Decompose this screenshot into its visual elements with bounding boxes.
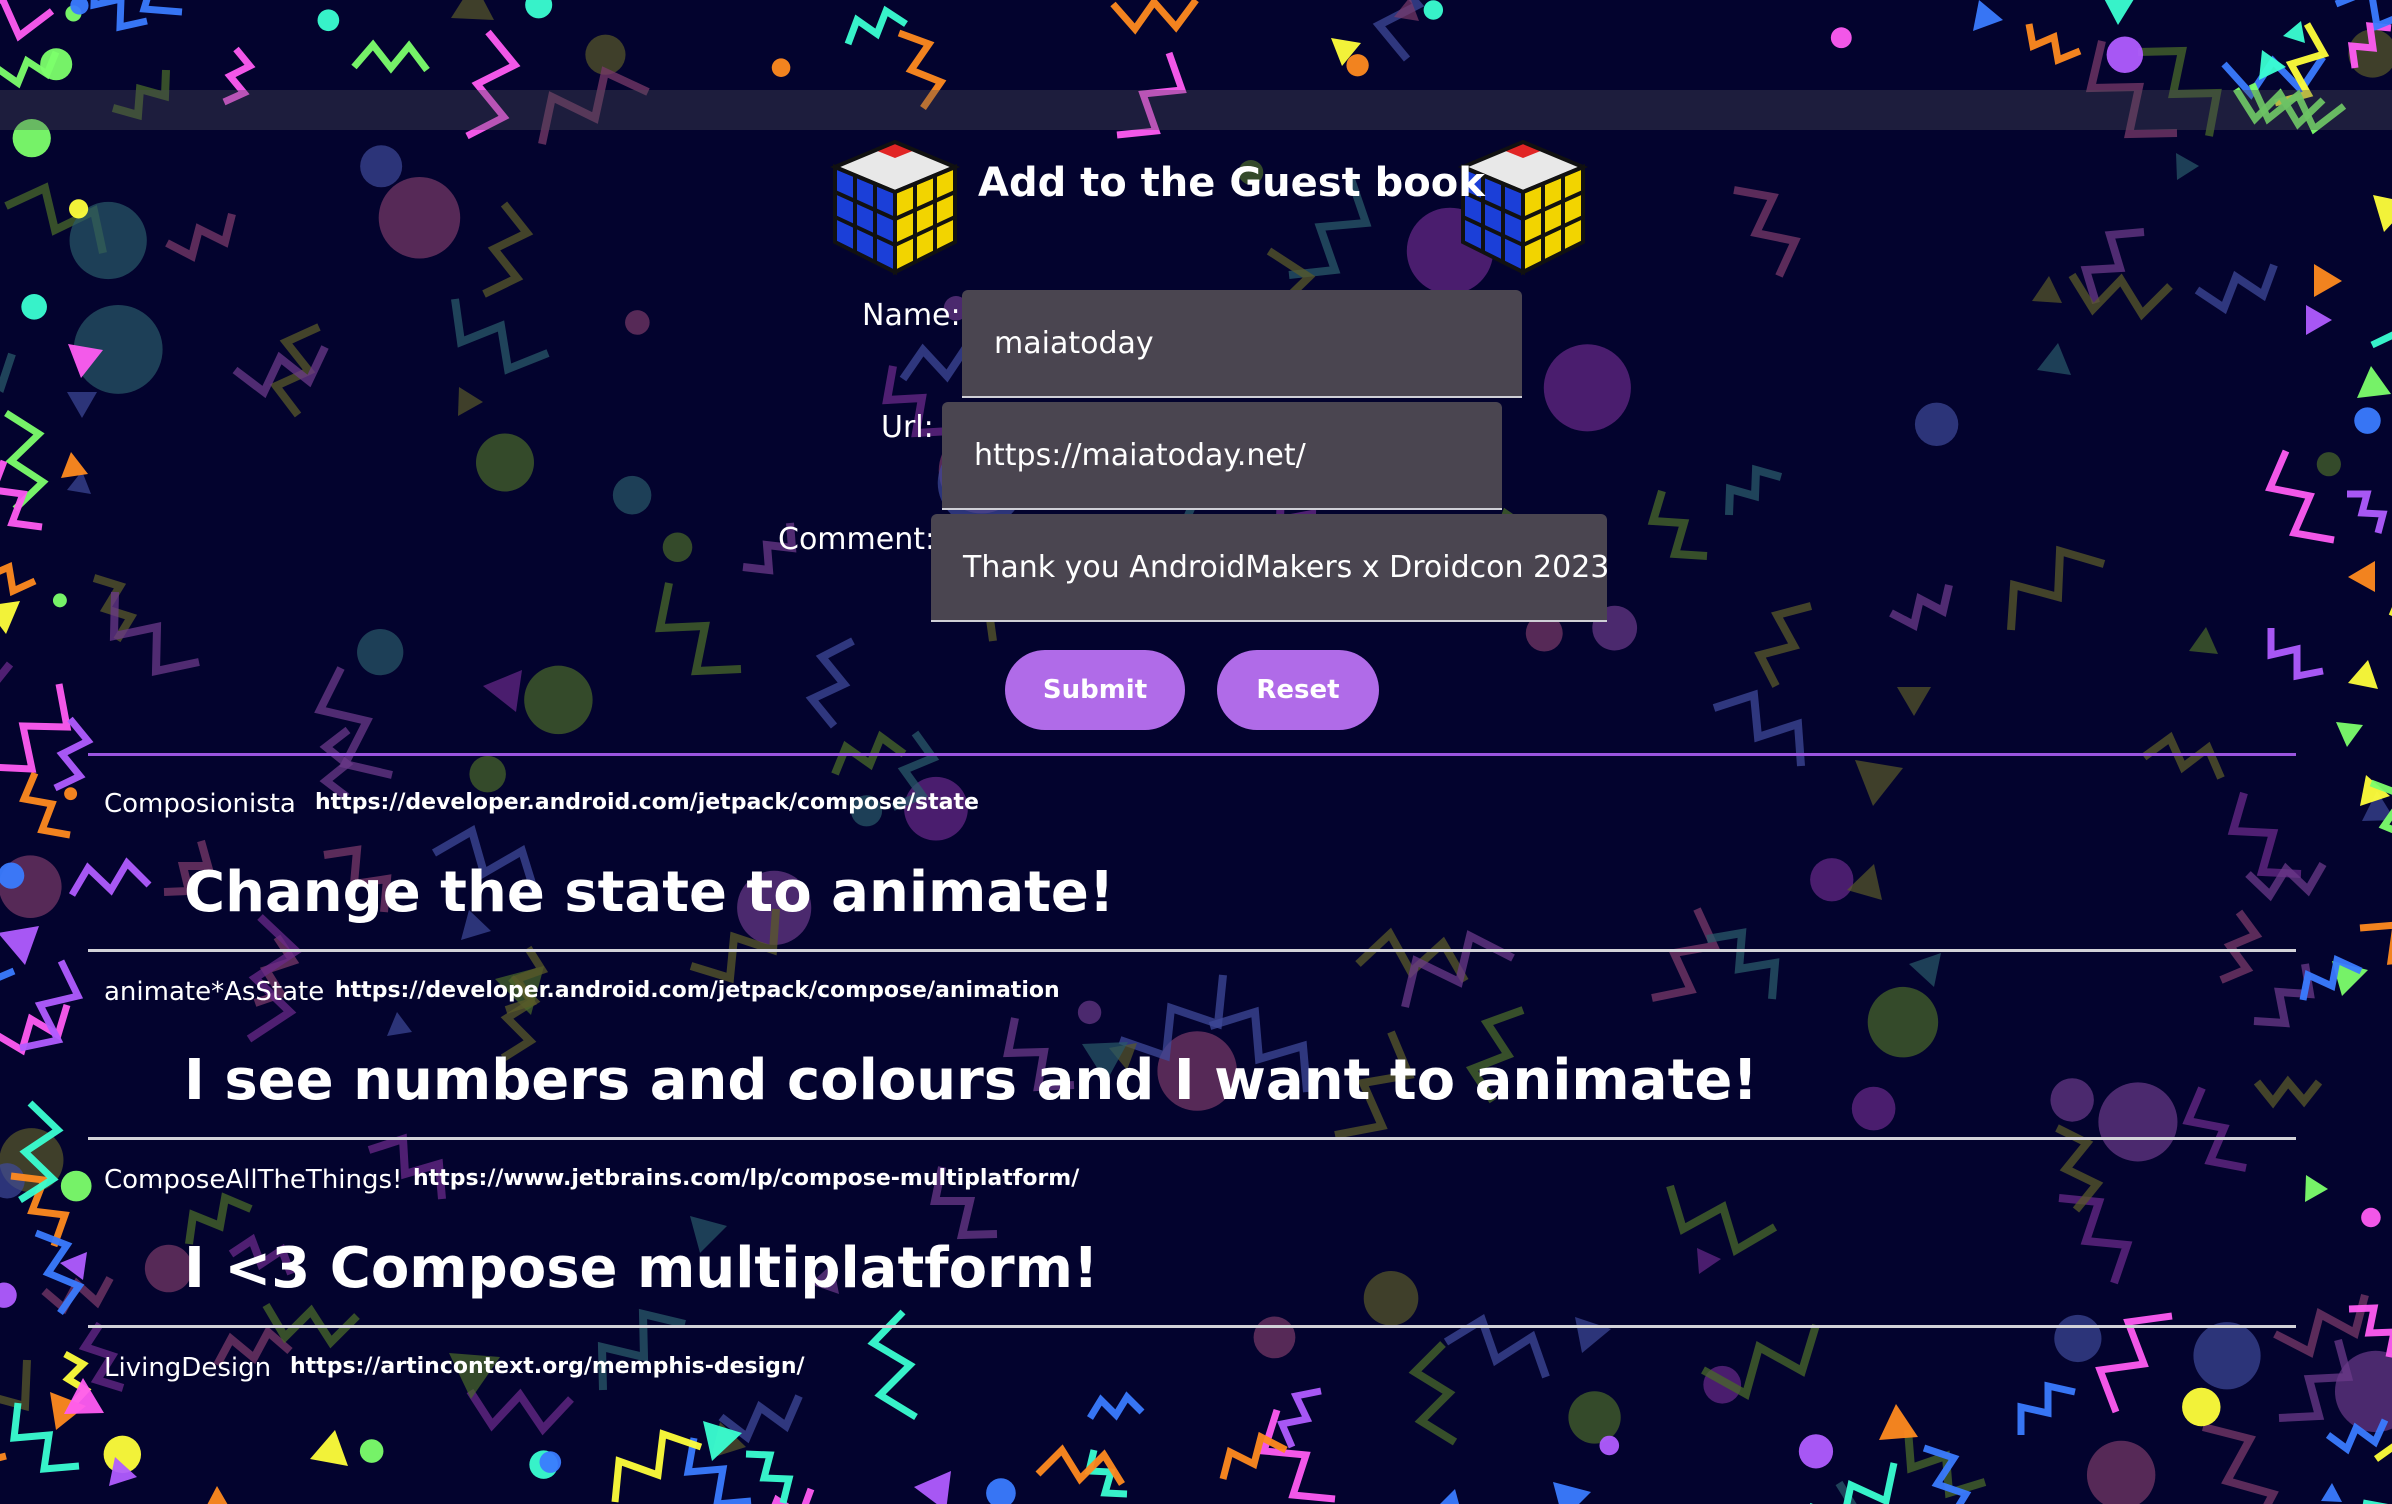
comment-field-value: Thank you AndroidMakers x Droidcon 2023 [963,549,1607,585]
url-field[interactable]: https://maiatoday.net/ [942,402,1502,510]
name-field-value: maiatoday [994,325,1154,361]
comment-field[interactable]: Thank you AndroidMakers x Droidcon 2023 [931,514,1607,622]
entry-comment: I <3 Compose multiplatform! [184,1236,1099,1301]
entry-comment: Change the state to animate! [184,860,1115,925]
form-title: Add to the Guest book [978,160,1485,206]
entry-url-link[interactable]: https://artincontext.org/memphis-design/ [290,1354,805,1379]
entry-url-link[interactable]: https://www.jetbrains.com/lp/compose-mul… [413,1166,1079,1191]
rubiks-cube-icon [1457,139,1589,276]
name-label: Name: [862,298,961,333]
entry-author: Composionista [104,789,296,819]
entry-author: animate*AsState [104,977,325,1007]
entry-divider [88,1325,2296,1328]
top-bar [0,90,2392,130]
name-field[interactable]: maiatoday [962,290,1522,398]
entry-author: LivingDesign [104,1353,272,1383]
form-divider [88,753,2296,756]
entry-comment: I see numbers and colours and I want to … [184,1048,1758,1113]
rubiks-cube-icon [829,139,961,276]
reset-button[interactable]: Reset [1217,650,1379,730]
entry-author: ComposeAllTheThings! [104,1165,403,1195]
entry-url-link[interactable]: https://developer.android.com/jetpack/co… [335,978,1060,1003]
comment-label: Comment: [778,522,936,557]
entry-divider [88,1137,2296,1140]
submit-button[interactable]: Submit [1005,650,1185,730]
entry-url-link[interactable]: https://developer.android.com/jetpack/co… [315,790,979,815]
entry-divider [88,949,2296,952]
url-label: Url: [881,410,934,445]
url-field-value: https://maiatoday.net/ [974,437,1306,473]
